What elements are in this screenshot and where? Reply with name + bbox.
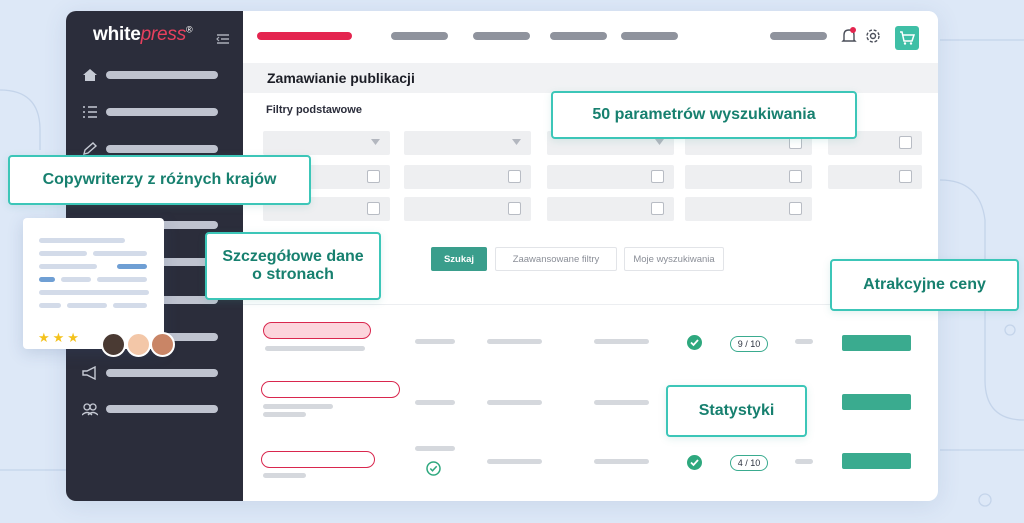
site-name-bar[interactable]	[261, 381, 400, 398]
sidebar-item-campaigns[interactable]	[82, 366, 232, 380]
checkbox[interactable]	[508, 202, 521, 215]
nav-tab-3[interactable]	[473, 32, 530, 40]
top-bar	[243, 11, 938, 63]
callout-parameters: 50 parametrów wyszukiwania	[551, 91, 857, 139]
checkbox[interactable]	[651, 170, 664, 183]
cart-button[interactable]	[895, 26, 919, 50]
filter-checkbox[interactable]	[685, 165, 812, 189]
checkbox[interactable]	[789, 202, 802, 215]
checkbox[interactable]	[508, 170, 521, 183]
check-circle-icon	[687, 455, 702, 470]
saved-searches-button[interactable]: Moje wyszukiwania	[624, 247, 724, 271]
copywriter-card: ★★★	[23, 218, 164, 349]
home-icon	[83, 69, 97, 81]
checkbox[interactable]	[899, 170, 912, 183]
sidebar-item-home[interactable]	[82, 68, 232, 82]
sidebar-item-users[interactable]	[82, 402, 232, 416]
filter-checkbox[interactable]	[547, 165, 674, 189]
edit-icon	[83, 142, 98, 155]
callout-site-data: Szczegółowe dane o stronach	[205, 232, 381, 300]
stats-badge: 9 / 10	[730, 336, 768, 352]
filter-checkbox[interactable]	[404, 197, 531, 221]
nav-tab-5[interactable]	[621, 32, 678, 40]
checkbox[interactable]	[651, 202, 664, 215]
avatar	[101, 332, 126, 357]
checkbox[interactable]	[789, 170, 802, 183]
avatar	[150, 332, 175, 357]
callout-prices: Atrakcyjne ceny	[830, 259, 1019, 311]
price-button[interactable]	[842, 394, 911, 410]
filter-select[interactable]	[263, 131, 390, 155]
check-circle-icon	[687, 335, 702, 350]
callout-stats: Statystyki	[666, 385, 807, 437]
cart-icon	[900, 31, 915, 45]
account-menu[interactable]	[770, 32, 827, 40]
stats-badge: 4 / 10	[730, 455, 768, 471]
chevron-down-icon	[655, 139, 664, 145]
filter-checkbox[interactable]	[685, 197, 812, 221]
price-button[interactable]	[842, 335, 911, 351]
site-name-bar[interactable]	[263, 322, 371, 339]
megaphone-icon	[82, 366, 96, 380]
sidebar-item-edit[interactable]	[82, 142, 232, 156]
chevron-down-icon	[512, 139, 521, 145]
checkbox[interactable]	[899, 136, 912, 149]
bell-icon[interactable]	[841, 27, 857, 45]
filters-label: Filtry podstawowe	[266, 104, 362, 116]
avatar	[126, 332, 151, 357]
nav-tab-2[interactable]	[391, 32, 448, 40]
app-window: whitepress® Zamawianie publikacji Filtry…	[66, 11, 938, 501]
filter-select[interactable]	[404, 131, 531, 155]
price-button[interactable]	[842, 453, 911, 469]
page-header: Zamawianie publikacji	[243, 63, 938, 93]
rating-stars: ★★★	[38, 330, 82, 345]
filter-checkbox[interactable]	[547, 197, 674, 221]
list-icon	[83, 106, 97, 118]
check-outline-icon	[426, 461, 441, 476]
advanced-filters-button[interactable]: Zaawansowane filtry	[495, 247, 617, 271]
menu-collapse-icon[interactable]	[216, 33, 230, 45]
nav-active-tab[interactable]	[257, 32, 352, 40]
search-button[interactable]: Szukaj	[431, 247, 487, 271]
users-icon	[82, 403, 98, 416]
site-name-bar[interactable]	[261, 451, 375, 468]
checkbox[interactable]	[367, 202, 380, 215]
logo: whitepress®	[93, 24, 193, 45]
callout-copywriters: Copywriterzy z różnych krajów	[8, 155, 311, 205]
page-title: Zamawianie publikacji	[267, 70, 415, 86]
gear-icon[interactable]	[865, 27, 881, 45]
filter-checkbox[interactable]	[404, 165, 531, 189]
checkbox[interactable]	[367, 170, 380, 183]
filter-checkbox[interactable]	[828, 165, 922, 189]
sidebar-item-list[interactable]	[82, 105, 232, 119]
chevron-down-icon	[371, 139, 380, 145]
nav-tab-4[interactable]	[550, 32, 607, 40]
